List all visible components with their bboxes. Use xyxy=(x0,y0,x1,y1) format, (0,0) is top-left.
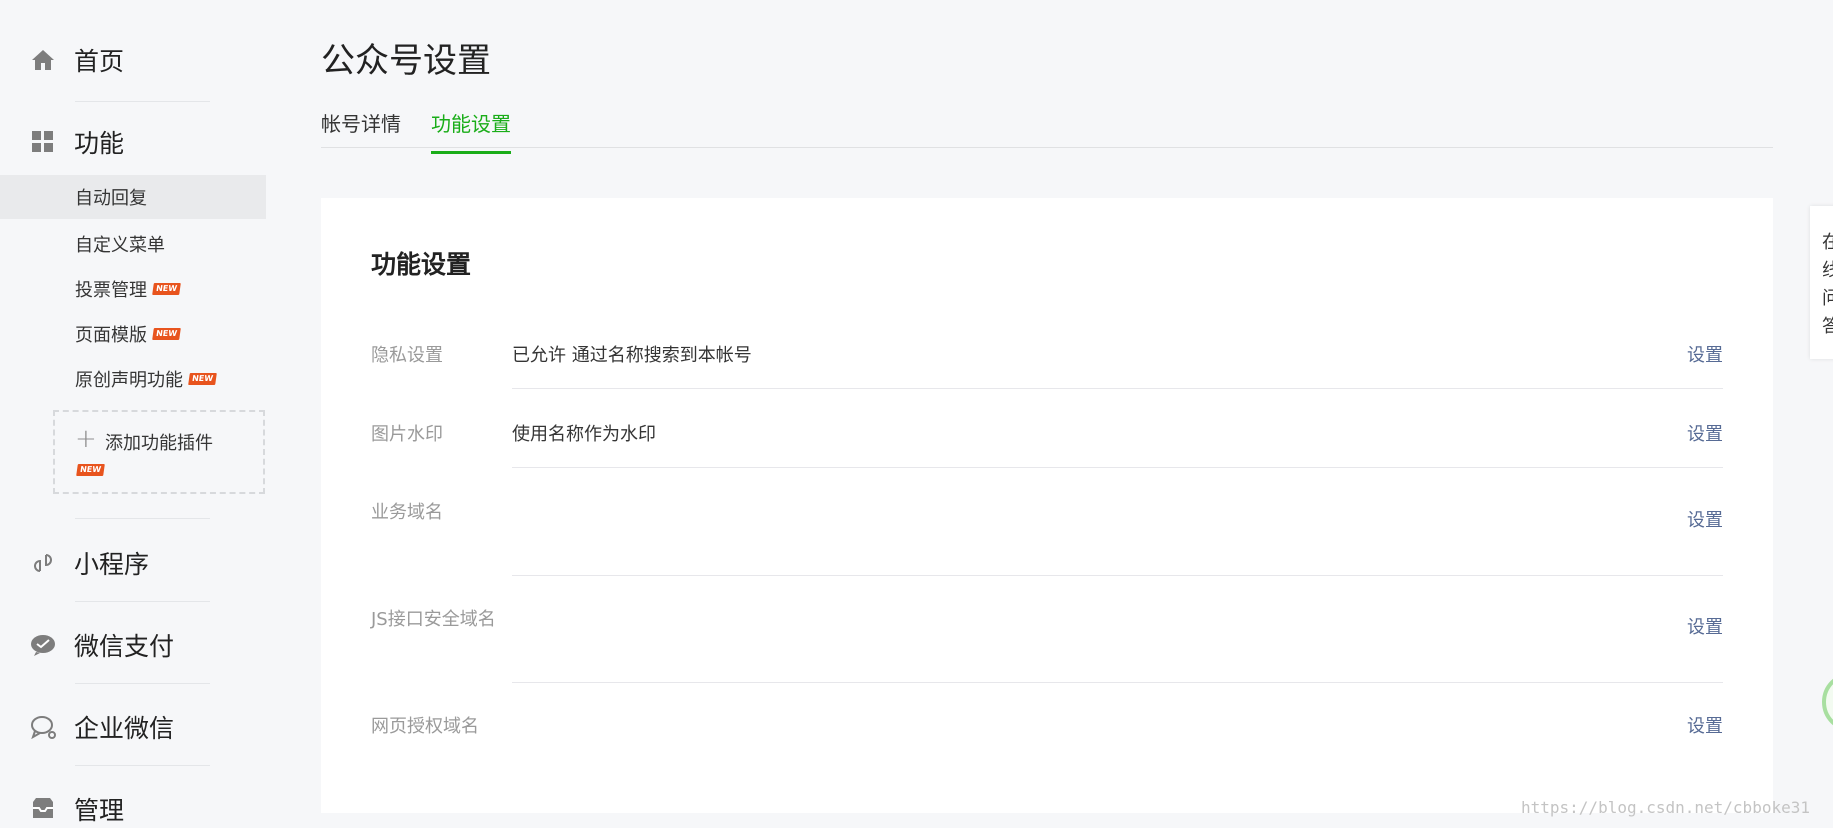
privacy-settings-link[interactable]: 设置 xyxy=(1687,341,1723,367)
row-label: 图片水印 xyxy=(371,424,443,445)
nav-wechat-pay[interactable]: 微信支付 xyxy=(30,627,174,663)
row-divider xyxy=(512,467,1723,468)
wechat-pay-icon xyxy=(30,632,56,658)
qa-char: 答 xyxy=(1822,316,1833,337)
row-label: 隐私设置 xyxy=(371,345,443,366)
qa-char: 在 xyxy=(1822,232,1833,253)
sidebar-item-auto-reply[interactable]: 自动回复 xyxy=(0,175,266,219)
nav-home[interactable]: 首页 xyxy=(30,42,124,78)
row-value: 使用名称作为水印 xyxy=(512,424,656,445)
nav-home-label: 首页 xyxy=(74,47,125,76)
sidebar-item-original-declaration[interactable]: 原创声明功能 NEW xyxy=(75,366,217,392)
nav-divider xyxy=(75,765,210,766)
add-plugin-button[interactable]: + 添加功能插件 NEW xyxy=(53,410,265,494)
row-label: JS接口安全域名 xyxy=(371,609,496,630)
sidebar-item-label: 自动回复 xyxy=(75,188,147,209)
nav-enterprise-wechat-label: 企业微信 xyxy=(74,714,175,743)
link-icon xyxy=(30,550,56,576)
online-qa-panel[interactable]: 在 线 问 答 xyxy=(1810,206,1833,359)
nav-miniprogram[interactable]: 小程序 xyxy=(30,545,149,581)
new-badge: NEW xyxy=(152,328,181,340)
row-label: 业务域名 xyxy=(371,502,443,523)
js-domain-settings-link[interactable]: 设置 xyxy=(1687,613,1723,639)
sidebar: 首页 功能 自动回复 自定义菜单 投票管理 NEW 页面模版 NEW 原创声明功… xyxy=(0,0,266,828)
nav-features-label: 功能 xyxy=(74,129,125,158)
page-title: 公众号设置 xyxy=(321,41,491,81)
nav-wechat-pay-label: 微信支付 xyxy=(74,632,175,661)
nav-manage[interactable]: 管理 xyxy=(30,791,124,827)
floating-help-button[interactable] xyxy=(1822,672,1833,732)
tab-bar: 帐号详情 功能设置 xyxy=(321,100,1773,154)
sidebar-item-label: 投票管理 xyxy=(75,280,147,301)
row-divider xyxy=(512,388,1723,389)
sidebar-item-label: 原创声明功能 xyxy=(75,370,183,391)
nav-manage-label: 管理 xyxy=(74,796,125,825)
nav-divider xyxy=(75,518,210,519)
tab-feature-settings[interactable]: 功能设置 xyxy=(431,108,511,154)
watermark: https://blog.csdn.net/cbboke31 xyxy=(1521,798,1810,817)
plus-icon: + xyxy=(75,424,97,454)
nav-miniprogram-label: 小程序 xyxy=(74,550,150,579)
sidebar-item-vote-manage[interactable]: 投票管理 NEW xyxy=(75,276,181,302)
feature-settings-card: 功能设置 隐私设置 已允许 通过名称搜索到本帐号 设置 图片水印 使用名称作为水… xyxy=(321,198,1773,813)
card-title: 功能设置 xyxy=(371,250,472,279)
new-badge: NEW xyxy=(76,464,105,476)
tab-account-details[interactable]: 帐号详情 xyxy=(321,108,401,151)
nav-features[interactable]: 功能 xyxy=(30,124,124,160)
new-badge: NEW xyxy=(188,373,217,385)
home-icon xyxy=(30,47,56,73)
chat-bubble-icon xyxy=(30,714,56,740)
oauth-domain-settings-link[interactable]: 设置 xyxy=(1687,712,1723,738)
nav-enterprise-wechat[interactable]: 企业微信 xyxy=(30,709,174,745)
sidebar-item-label: 自定义菜单 xyxy=(75,235,165,256)
sidebar-item-custom-menu[interactable]: 自定义菜单 xyxy=(75,231,165,257)
nav-divider xyxy=(75,683,210,684)
watermark-settings-link[interactable]: 设置 xyxy=(1687,420,1723,446)
row-value: 已允许 通过名称搜索到本帐号 xyxy=(512,345,752,366)
new-badge: NEW xyxy=(152,283,181,295)
nav-divider xyxy=(75,101,210,102)
qa-char: 线 xyxy=(1822,260,1833,281)
sidebar-item-page-template[interactable]: 页面模版 NEW xyxy=(75,321,181,347)
sidebar-item-label: 页面模版 xyxy=(75,325,147,346)
qa-char: 问 xyxy=(1822,288,1833,309)
inbox-icon xyxy=(30,796,56,822)
row-divider xyxy=(512,682,1723,683)
add-plugin-label: 添加功能插件 xyxy=(105,433,213,454)
grid-icon xyxy=(30,129,56,155)
row-divider xyxy=(512,575,1723,576)
business-domain-settings-link[interactable]: 设置 xyxy=(1687,506,1723,532)
nav-divider xyxy=(75,601,210,602)
row-label: 网页授权域名 xyxy=(371,716,479,737)
